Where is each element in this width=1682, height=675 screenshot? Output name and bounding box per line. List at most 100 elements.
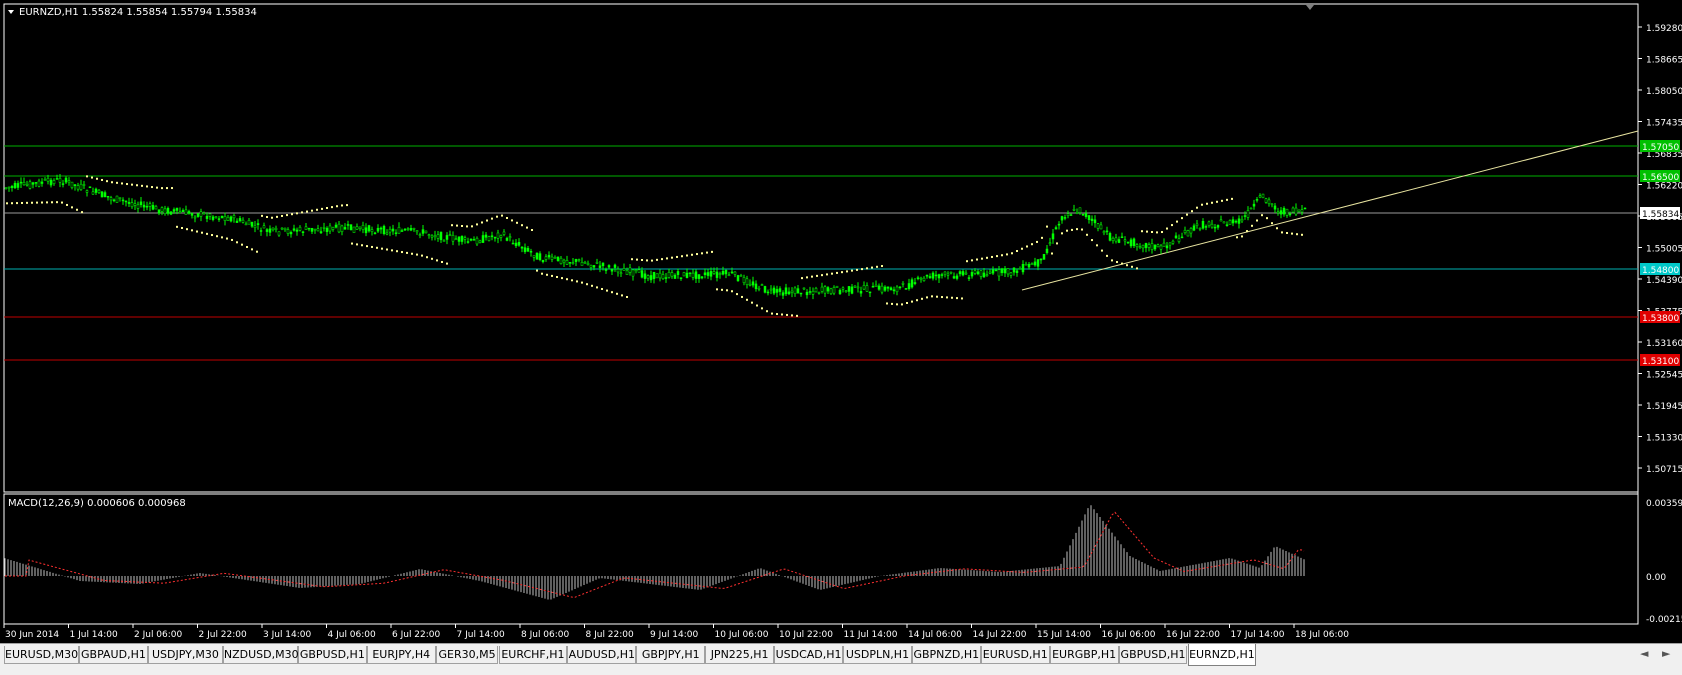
sar-dot [66,203,68,206]
sar-dot [1106,254,1108,257]
candle-body [139,201,143,205]
sar-dot [601,288,603,290]
chart-tab-ger30-m5[interactable]: GER30,M5 [435,646,499,664]
candle-body [1015,270,1019,273]
candle-body [931,272,935,279]
candle-body [382,225,386,234]
chart-tab-usdjpy-m30[interactable]: USDJPY,M30 [147,646,223,664]
sar-dot [446,262,448,265]
time-tick-label: 16 Jul 22:00 [1166,630,1220,640]
candle-body [937,274,941,279]
chart-tab-nzdusd-m30[interactable]: NZDUSD,M30 [222,646,299,664]
candle-body [1018,268,1022,270]
chart-tab-jpn225-h1[interactable]: JPN225,H1 [705,646,775,664]
chart-canvas[interactable]: EURNZD,H1 1.55824 1.55854 1.55794 1.5583… [0,0,1682,643]
candle-body [376,227,380,232]
candle-body [1273,205,1277,210]
candle-body [856,286,860,289]
candle-body [1282,207,1286,215]
sar-dot [986,256,988,259]
chart-area[interactable]: EURNZD,H1 1.55824 1.55854 1.55794 1.5583… [0,0,1682,643]
candle-body [586,262,590,265]
sar-dot [541,272,543,275]
candle-body [844,290,848,292]
chart-tab-gbpusd-h1[interactable]: GBPUSD,H1 [1118,646,1188,664]
sar-dot [811,275,813,278]
candle-body [454,238,458,241]
chart-shift-marker-icon[interactable] [1306,5,1314,10]
candle-body [13,182,17,189]
sar-dot [786,313,788,316]
chart-tab-gbpusd-h1[interactable]: GBPUSD,H1 [297,646,367,664]
candle-body [1012,267,1016,273]
sar-dot [486,219,488,222]
candle-body [589,264,593,268]
sar-dot [1276,227,1278,230]
chart-tab-eurusd-h1[interactable]: EURUSD,H1 [980,646,1050,664]
chart-tab-eurjpy-h4[interactable]: EURJPY,H4 [366,646,436,664]
sar-dot [1116,261,1118,263]
candle-body [1267,199,1271,205]
candle-body [109,197,113,201]
chart-tab-eurgbp-h1[interactable]: EURGBP,H1 [1049,646,1119,664]
sar-dot [1091,239,1093,242]
sar-dot [666,257,668,260]
chart-tab-gbpaud-h1[interactable]: GBPAUD,H1 [79,646,148,664]
sar-dot [516,221,518,224]
candle-body [820,286,824,292]
chart-tab-eurchf-h1[interactable]: EURCHF,H1 [498,646,568,664]
sar-dot [386,248,388,251]
candle-body [682,272,686,277]
macd-tick-label: -0.002159 [1646,615,1682,625]
candle-body [292,228,296,231]
chart-tab-usdpln-h1[interactable]: USDPLN,H1 [843,646,912,664]
candle-body [829,288,833,294]
candle-body [715,271,719,278]
candle-body [289,231,293,235]
candle-body [988,271,992,274]
sar-dot [496,215,498,218]
sar-dot [1246,230,1248,233]
candle-body [1144,243,1148,249]
candle-body [208,213,212,217]
candle-body [331,226,335,230]
candle-body [739,275,743,277]
candle-body [100,191,104,198]
sar-dot [186,228,188,231]
sar-dot [706,251,708,254]
candle-body [1081,213,1085,216]
chart-tab-gbpnzd-h1[interactable]: GBPNZD,H1 [911,646,981,664]
trendline[interactable] [1021,130,1639,291]
candle-body [1021,263,1025,273]
candle-body [250,221,254,227]
candle-body [40,181,44,184]
chart-tab-gbpjpy-h1[interactable]: GBPJPY,H1 [636,646,706,664]
time-tick-label: 17 Jul 14:00 [1231,630,1285,640]
tab-scroll-right-icon[interactable]: ► [1662,647,1670,660]
sar-dot [1061,232,1063,235]
candle-body [1039,258,1043,261]
sar-dot [926,296,928,299]
sar-dot [501,214,503,217]
candle-body [1048,242,1052,244]
tab-scroll-left-icon[interactable]: ◄ [1640,647,1648,660]
candle-body [1138,246,1142,249]
sar-dot [571,279,573,282]
menu-triangle-icon[interactable] [8,10,14,14]
candle-body [406,228,410,230]
candle-body [1279,210,1283,215]
candle-body [1219,219,1223,222]
chart-tab-usdcad-h1[interactable]: USDCAD,H1 [774,646,843,664]
sar-dot [961,297,963,300]
sar-dot [1301,233,1303,236]
candle-body [853,285,857,288]
chart-tab-eurusd-m30[interactable]: EURUSD,M30 [4,646,79,664]
sar-dot [801,277,803,280]
sar-dot [716,288,718,291]
chart-tab-audusd-h1[interactable]: AUDUSD,H1 [567,646,637,664]
candle-body [838,289,842,295]
candle-body [82,184,86,186]
candle-body [625,270,629,275]
candle-body [724,269,728,275]
chart-tab-eurnzd-h1[interactable]: EURNZD,H1 [1187,644,1257,666]
